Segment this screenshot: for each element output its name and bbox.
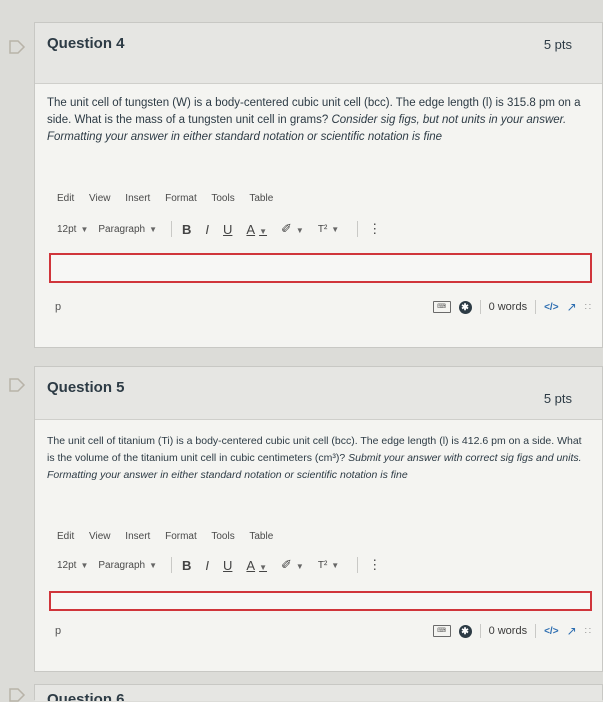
resize-grip-icon[interactable]: ∷ xyxy=(585,626,591,637)
accessibility-icon[interactable]: ✱ xyxy=(458,624,472,638)
status-divider xyxy=(479,624,481,638)
question-title: Question 5 xyxy=(47,379,125,396)
question-6: Question 6 xyxy=(34,684,603,701)
highlight-button[interactable]: ✐ ▼ xyxy=(281,557,304,573)
bold-button[interactable]: B xyxy=(182,558,191,573)
element-path[interactable]: p xyxy=(55,301,61,313)
question-header: Question 4 5 pts xyxy=(35,23,602,84)
chevron-down-icon: ▼ xyxy=(295,226,304,235)
superscript-button[interactable]: T² ▼ xyxy=(318,560,339,571)
question-header: Question 6 xyxy=(35,685,602,701)
editor-statusbar: p ⌨ ✱ 0 words </> ↗ ∷ xyxy=(49,297,591,317)
highlight-icon: ✐ xyxy=(281,557,292,572)
underline-button[interactable]: U xyxy=(223,222,232,237)
italic-button[interactable]: I xyxy=(205,558,209,573)
fullscreen-icon[interactable]: ↗ xyxy=(567,624,577,638)
question-points: 5 pts xyxy=(543,37,572,52)
editor-menubar: Edit View Insert Format Tools Table xyxy=(57,531,285,542)
fullscreen-icon[interactable]: ↗ xyxy=(567,300,577,314)
chevron-down-icon: ▼ xyxy=(149,560,158,570)
toolbar-divider xyxy=(171,221,173,237)
chevron-down-icon: ▼ xyxy=(295,562,304,571)
font-size-select[interactable]: 12pt ▼ xyxy=(57,560,88,571)
resize-grip-icon[interactable]: ∷ xyxy=(585,302,591,313)
editor-menubar: Edit View Insert Format Tools Table xyxy=(57,193,285,204)
menu-tools[interactable]: Tools xyxy=(211,531,234,542)
menu-format[interactable]: Format xyxy=(165,531,197,542)
editor-statusbar: p ⌨ ✱ 0 words </> ↗ ∷ xyxy=(49,621,591,641)
highlight-icon: ✐ xyxy=(281,221,292,236)
chevron-down-icon: ▼ xyxy=(259,226,268,236)
status-divider xyxy=(479,300,481,314)
highlight-button[interactable]: ✐ ▼ xyxy=(281,221,304,237)
flag-icon[interactable] xyxy=(8,40,28,54)
menu-edit[interactable]: Edit xyxy=(57,531,74,542)
question-title: Question 4 xyxy=(47,35,125,52)
keyboard-icon[interactable]: ⌨ xyxy=(432,301,451,313)
superscript-button[interactable]: T² ▼ xyxy=(318,224,339,235)
answer-input[interactable] xyxy=(49,253,592,283)
menu-view[interactable]: View xyxy=(89,531,111,542)
chevron-down-icon: ▼ xyxy=(331,224,340,234)
font-size-select[interactable]: 12pt ▼ xyxy=(57,224,88,235)
keyboard-icon[interactable]: ⌨ xyxy=(432,625,451,637)
code-view-icon[interactable]: </> xyxy=(544,302,558,313)
text-color-button[interactable]: A ▼ xyxy=(246,222,267,237)
chevron-down-icon: ▼ xyxy=(331,560,340,570)
toolbar-divider xyxy=(357,221,359,237)
question-4: Question 4 5 pts The unit cell of tungst… xyxy=(34,22,603,348)
menu-format[interactable]: Format xyxy=(165,193,197,204)
toolbar-divider xyxy=(171,557,173,573)
question-text: The unit cell of tungsten (W) is a body-… xyxy=(47,95,590,146)
question-text: The unit cell of titanium (Ti) is a body… xyxy=(47,433,590,484)
menu-view[interactable]: View xyxy=(89,193,111,204)
word-count: 0 words xyxy=(488,625,528,637)
text-color-button[interactable]: A ▼ xyxy=(246,558,267,573)
underline-button[interactable]: U xyxy=(223,558,232,573)
menu-insert[interactable]: Insert xyxy=(125,531,150,542)
editor-toolbar: 12pt ▼ Paragraph ▼ B I U A ▼ ✐ ▼ T² ▼ ⋮ xyxy=(57,219,562,239)
more-options-icon[interactable]: ⋮ xyxy=(368,557,381,573)
chevron-down-icon: ▼ xyxy=(149,224,158,234)
answer-input[interactable] xyxy=(49,591,592,611)
bold-button[interactable]: B xyxy=(182,222,191,237)
menu-table[interactable]: Table xyxy=(249,193,273,204)
element-path[interactable]: p xyxy=(55,625,61,637)
menu-table[interactable]: Table xyxy=(249,531,273,542)
more-options-icon[interactable]: ⋮ xyxy=(368,221,381,237)
quiz-page: Question 4 5 pts The unit cell of tungst… xyxy=(0,0,603,702)
toolbar-divider xyxy=(357,557,359,573)
question-points: 5 pts xyxy=(543,391,572,406)
block-format-select[interactable]: Paragraph ▼ xyxy=(98,560,157,571)
menu-insert[interactable]: Insert xyxy=(125,193,150,204)
editor-toolbar: 12pt ▼ Paragraph ▼ B I U A ▼ ✐ ▼ T² ▼ ⋮ xyxy=(57,555,562,575)
chevron-down-icon: ▼ xyxy=(80,224,89,234)
question-header: Question 5 5 pts xyxy=(35,367,602,420)
status-divider xyxy=(535,624,537,638)
italic-button[interactable]: I xyxy=(205,222,209,237)
menu-edit[interactable]: Edit xyxy=(57,193,74,204)
accessibility-icon[interactable]: ✱ xyxy=(458,300,472,314)
menu-tools[interactable]: Tools xyxy=(211,193,234,204)
block-format-select[interactable]: Paragraph ▼ xyxy=(98,224,157,235)
chevron-down-icon: ▼ xyxy=(259,562,268,572)
code-view-icon[interactable]: </> xyxy=(544,626,558,637)
chevron-down-icon: ▼ xyxy=(80,560,89,570)
status-divider xyxy=(535,300,537,314)
word-count: 0 words xyxy=(488,301,528,313)
question-5: Question 5 5 pts The unit cell of titani… xyxy=(34,366,603,672)
flag-icon[interactable] xyxy=(8,378,28,392)
